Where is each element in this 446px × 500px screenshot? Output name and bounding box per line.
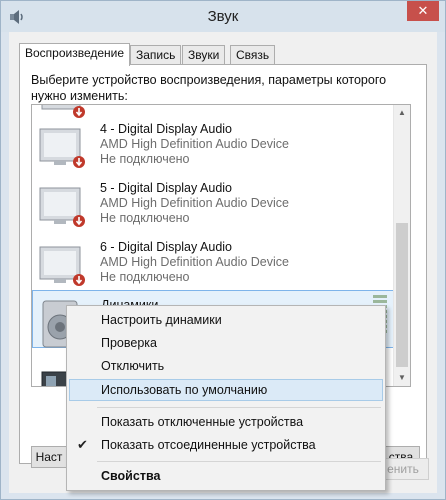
- device-driver: AMD High Definition Audio Device: [100, 255, 289, 269]
- device-name: 4 - Digital Display Audio: [100, 122, 233, 136]
- list-item[interactable]: 6 - Digital Display Audio AMD High Defin…: [32, 233, 394, 291]
- list-item[interactable]: 4 - Digital Display Audio AMD High Defin…: [32, 115, 394, 173]
- device-driver: AMD High Definition Audio Device: [100, 137, 289, 151]
- device-status: Не подключено: [100, 270, 190, 284]
- title-bar[interactable]: Звук ✕: [1, 1, 445, 32]
- tab-recording[interactable]: Запись: [130, 45, 182, 64]
- menu-item-label: Использовать по умолчанию: [101, 383, 268, 397]
- scroll-down-icon[interactable]: ▼: [394, 370, 410, 386]
- close-button[interactable]: ✕: [407, 1, 439, 21]
- menu-item-label: Свойства: [101, 469, 161, 483]
- menu-item-show-disconnected[interactable]: ✔ Показать отсоединенные устройства: [69, 434, 383, 456]
- list-item[interactable]: 5 - Digital Display Audio AMD High Defin…: [32, 174, 394, 232]
- device-status: Не подключено: [100, 211, 190, 225]
- tab-sounds[interactable]: Звуки: [182, 45, 226, 64]
- window-title: Звук: [207, 8, 239, 25]
- menu-item-configure-speakers[interactable]: Настроить динамики: [69, 309, 383, 331]
- device-name: 5 - Digital Display Audio: [100, 181, 233, 195]
- menu-item-disable[interactable]: Отключить: [69, 355, 383, 377]
- menu-item-show-disabled[interactable]: Показать отключенные устройства: [69, 411, 383, 433]
- scroll-up-icon[interactable]: ▲: [394, 105, 410, 121]
- disconnected-icon: [73, 156, 85, 168]
- device-driver: AMD High Definition Audio Device: [100, 196, 289, 210]
- device-name: 6 - Digital Display Audio: [100, 240, 233, 254]
- menu-item-set-default[interactable]: Использовать по умолчанию: [69, 379, 383, 401]
- tab-communications[interactable]: Связь: [230, 45, 276, 64]
- menu-separator: [97, 461, 381, 462]
- disconnected-icon: [73, 274, 85, 286]
- checkmark-icon: ✔: [77, 437, 88, 452]
- scroll-thumb[interactable]: [396, 223, 408, 367]
- menu-item-label: Отключить: [101, 359, 165, 373]
- menu-item-label: Показать отсоединенные устройства: [101, 438, 316, 452]
- menu-item-label: Настроить динамики: [101, 313, 222, 327]
- device-status: Не подключено: [100, 152, 190, 166]
- instruction-text: Выберите устройство воспроизведения, пар…: [31, 73, 387, 103]
- disconnected-icon: [73, 215, 85, 227]
- context-menu: Настроить динамики Проверка Отключить Ис…: [66, 305, 386, 491]
- menu-item-label: Проверка: [101, 336, 157, 350]
- menu-item-properties[interactable]: Свойства: [69, 465, 383, 487]
- scrollbar[interactable]: ▲ ▼: [393, 105, 410, 386]
- menu-separator: [97, 407, 381, 408]
- menu-item-test[interactable]: Проверка: [69, 332, 383, 354]
- menu-item-label: Показать отключенные устройства: [101, 415, 304, 429]
- configure-button[interactable]: Наст: [31, 446, 67, 468]
- tab-playback[interactable]: Воспроизведение: [19, 43, 131, 66]
